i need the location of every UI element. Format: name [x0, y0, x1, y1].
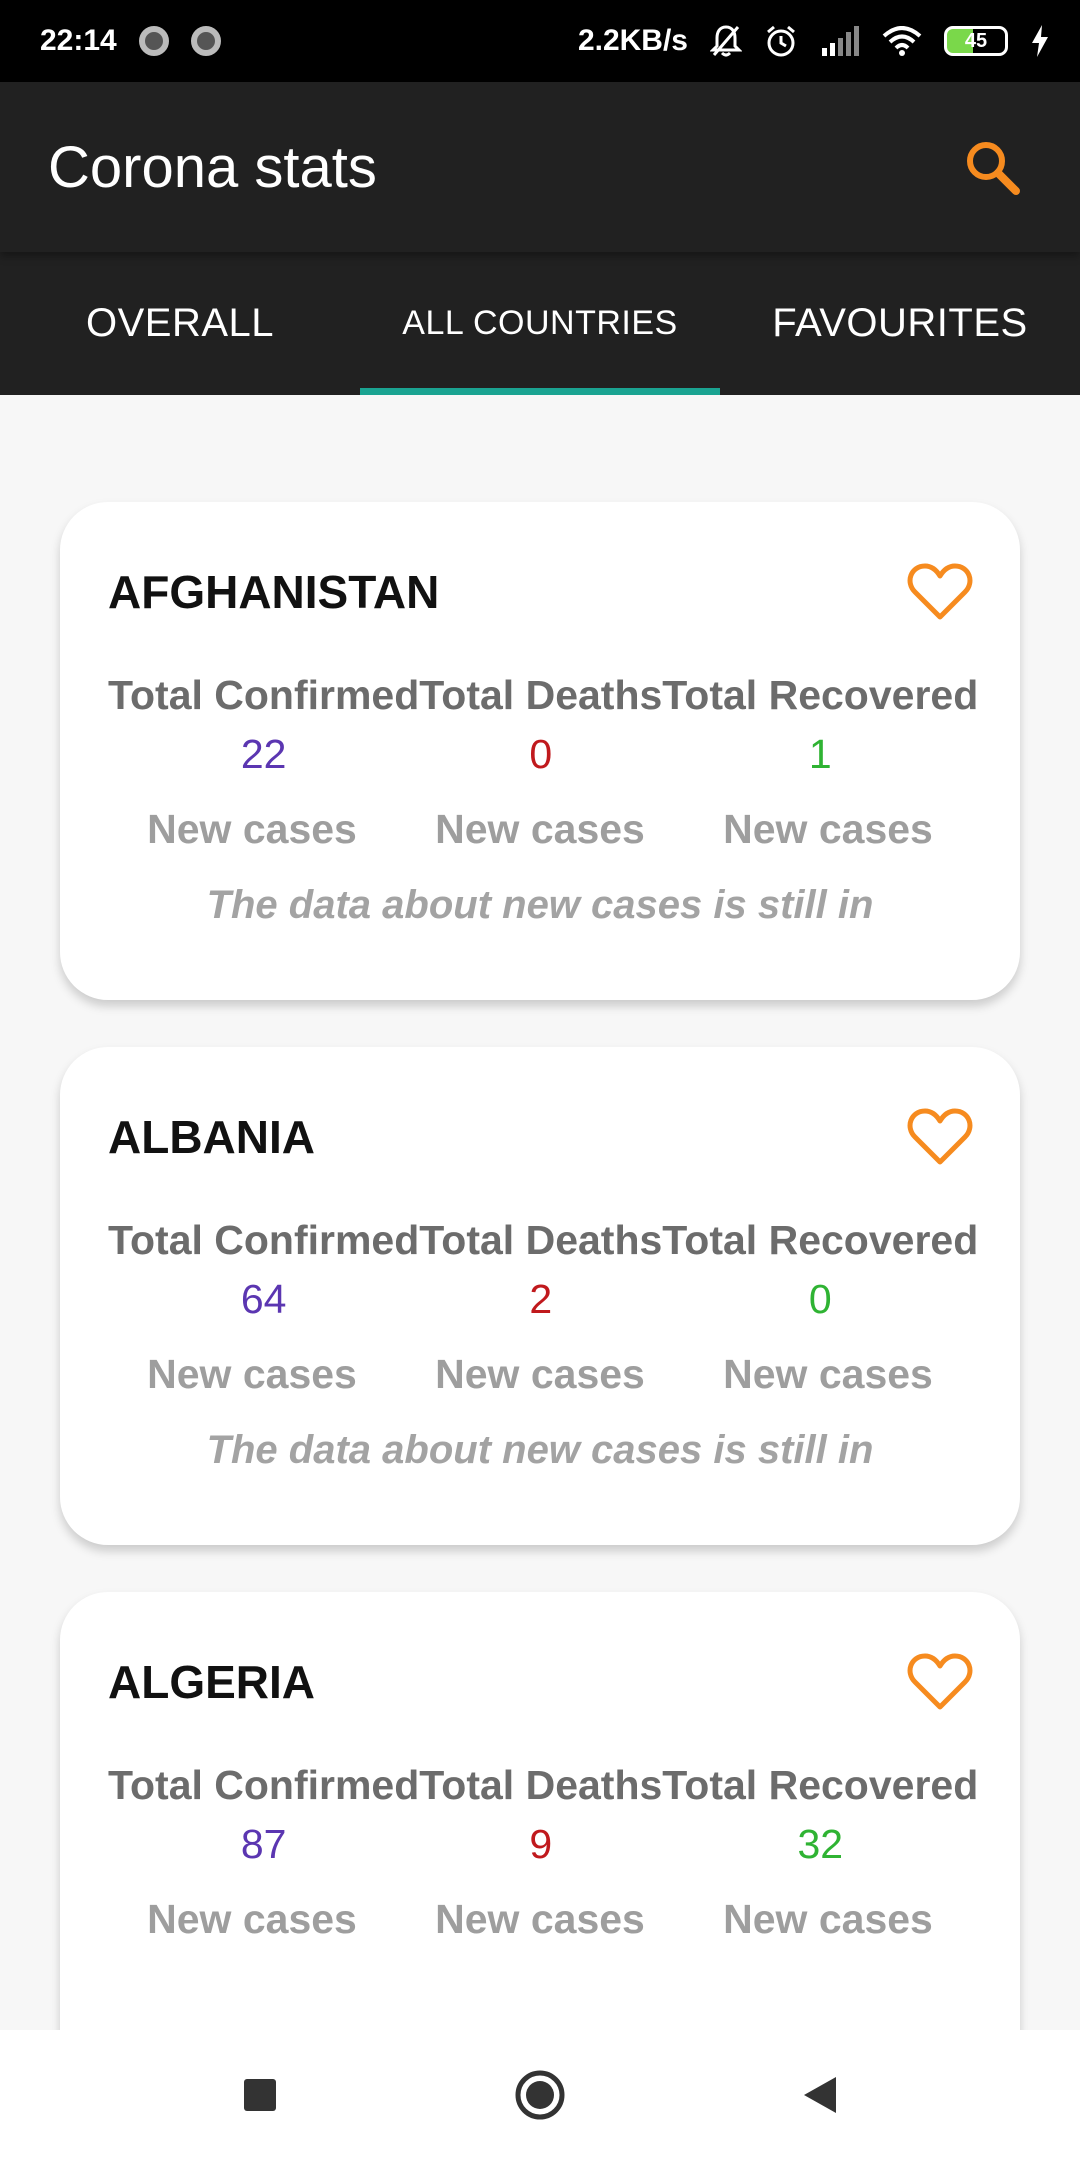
confirmed-value: 64 [240, 1276, 287, 1322]
stat-deaths: Total Deaths 2 [419, 1217, 662, 1323]
alarm-icon [764, 24, 798, 58]
country-card[interactable]: ALGERIA Total Confirmed 87 Total Deaths … [60, 1592, 1020, 2030]
charging-icon [1030, 25, 1050, 57]
stat-recovered: Total Recovered 1 [662, 672, 978, 778]
new-cases-label: New cases [723, 806, 933, 852]
new-cases-label: New cases [435, 806, 645, 852]
heart-icon [907, 563, 973, 620]
stat-deaths: Total Deaths 9 [419, 1762, 662, 1868]
back-triangle-icon [804, 2077, 836, 2113]
stat-label: Total Confirmed [108, 1217, 420, 1263]
stat-label: Total Confirmed [108, 1762, 420, 1808]
new-cases-label: New cases [723, 1351, 933, 1397]
search-button[interactable] [952, 127, 1032, 207]
back-button[interactable] [720, 2045, 920, 2145]
stat-label: Total Recovered [662, 672, 979, 718]
country-card[interactable]: ALBANIA Total Confirmed 64 Total Deaths … [60, 1047, 1020, 1545]
app-title: Corona stats [48, 134, 377, 200]
new-cases-note: The data about new cases is still in [206, 1428, 874, 1472]
favourite-button[interactable] [902, 1099, 978, 1175]
network-speed: 2.2KB/s [577, 24, 688, 57]
tab-bar: OVERALL ALL COUNTRIES FAVOURITES [0, 252, 1080, 395]
recents-square-icon [244, 2079, 276, 2111]
stat-confirmed: Total Confirmed 22 [108, 672, 419, 778]
stat-recovered: Total Recovered 0 [662, 1217, 978, 1323]
confirmed-value: 87 [240, 1821, 287, 1867]
status-bar: 22:14 2.2KB/s 45 [0, 0, 1080, 82]
deaths-value: 2 [529, 1276, 553, 1322]
signal-icon [820, 26, 860, 56]
home-button[interactable] [440, 2045, 640, 2145]
stat-recovered: Total Recovered 32 [662, 1762, 978, 1868]
recovered-value: 0 [808, 1276, 832, 1322]
tab-all-countries[interactable]: ALL COUNTRIES [360, 252, 720, 395]
system-nav-bar [0, 2030, 1080, 2160]
deaths-value: 9 [529, 1821, 553, 1867]
stat-label: Total Recovered [662, 1217, 979, 1263]
stat-label: Total Deaths [419, 1217, 663, 1263]
home-circle-icon [515, 2070, 565, 2120]
wifi-icon [882, 26, 922, 56]
recents-button[interactable] [160, 2045, 360, 2145]
recovered-value: 1 [808, 731, 832, 777]
new-cases-label: New cases [147, 806, 357, 852]
stat-label: Total Confirmed [108, 672, 420, 718]
country-name: ALGERIA [108, 1656, 315, 1708]
notification-icon [138, 26, 169, 56]
country-name: ALBANIA [108, 1111, 315, 1163]
stat-label: Total Deaths [419, 672, 663, 718]
battery-icon: 45 [944, 26, 1008, 56]
app-bar: Corona stats [0, 82, 1080, 252]
notification-icon [190, 26, 221, 56]
stat-label: Total Deaths [419, 1762, 663, 1808]
new-cases-label: New cases [435, 1896, 645, 1942]
mute-bell-icon [710, 24, 742, 58]
country-name: AFGHANISTAN [108, 566, 440, 618]
stat-confirmed: Total Confirmed 64 [108, 1217, 419, 1323]
heart-icon [907, 1108, 973, 1165]
country-card[interactable]: AFGHANISTAN Total Confirmed 22 Total Dea… [60, 502, 1020, 1000]
new-cases-label: New cases [435, 1351, 645, 1397]
new-cases-label: New cases [147, 1896, 357, 1942]
favourite-button[interactable] [902, 554, 978, 630]
new-cases-note: The data about new cases is still in [206, 883, 874, 927]
new-cases-label: New cases [723, 1896, 933, 1942]
stat-deaths: Total Deaths 0 [419, 672, 662, 778]
tab-overall[interactable]: OVERALL [0, 252, 360, 395]
recovered-value: 32 [797, 1821, 844, 1867]
favourite-button[interactable] [902, 1644, 978, 1720]
tab-favourites[interactable]: FAVOURITES [720, 252, 1080, 395]
country-list[interactable]: AFGHANISTAN Total Confirmed 22 Total Dea… [0, 395, 1080, 2030]
deaths-value: 0 [529, 731, 553, 777]
stat-label: Total Recovered [662, 1762, 979, 1808]
stat-confirmed: Total Confirmed 87 [108, 1762, 419, 1868]
search-icon [967, 142, 1020, 195]
new-cases-label: New cases [147, 1351, 357, 1397]
status-time: 22:14 [40, 24, 117, 57]
heart-icon [907, 1653, 973, 1710]
confirmed-value: 22 [240, 731, 287, 777]
